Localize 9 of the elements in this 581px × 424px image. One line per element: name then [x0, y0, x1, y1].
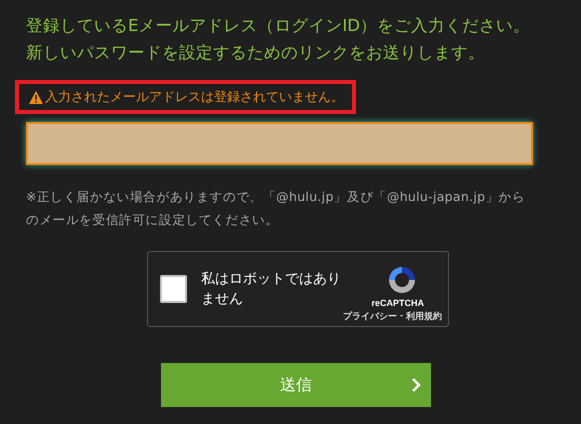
instruction-text: 登録しているEメールアドレス（ログインID）をご入力ください。	[26, 15, 531, 37]
captcha-link[interactable]: -	[400, 310, 403, 322]
captcha-link[interactable]: 利用規約	[406, 310, 442, 322]
note-text: ※正しく届かない場合がありますので、「@hulu.jp」及び「@hulu-japan.jp」からのメールを受信許可に設定してください。	[26, 188, 526, 229]
error-message: 入力されたメールアドレスは登録されていません。	[45, 89, 344, 106]
recaptcha-brand: reCAPTCHA	[371, 298, 424, 308]
captcha-label: 私はロボットではありません	[201, 270, 342, 309]
captcha-link[interactable]: プライバシー	[343, 310, 397, 322]
instruction-text: 新しいパスワードを設定するためのリンクをお送りします。	[26, 42, 486, 64]
